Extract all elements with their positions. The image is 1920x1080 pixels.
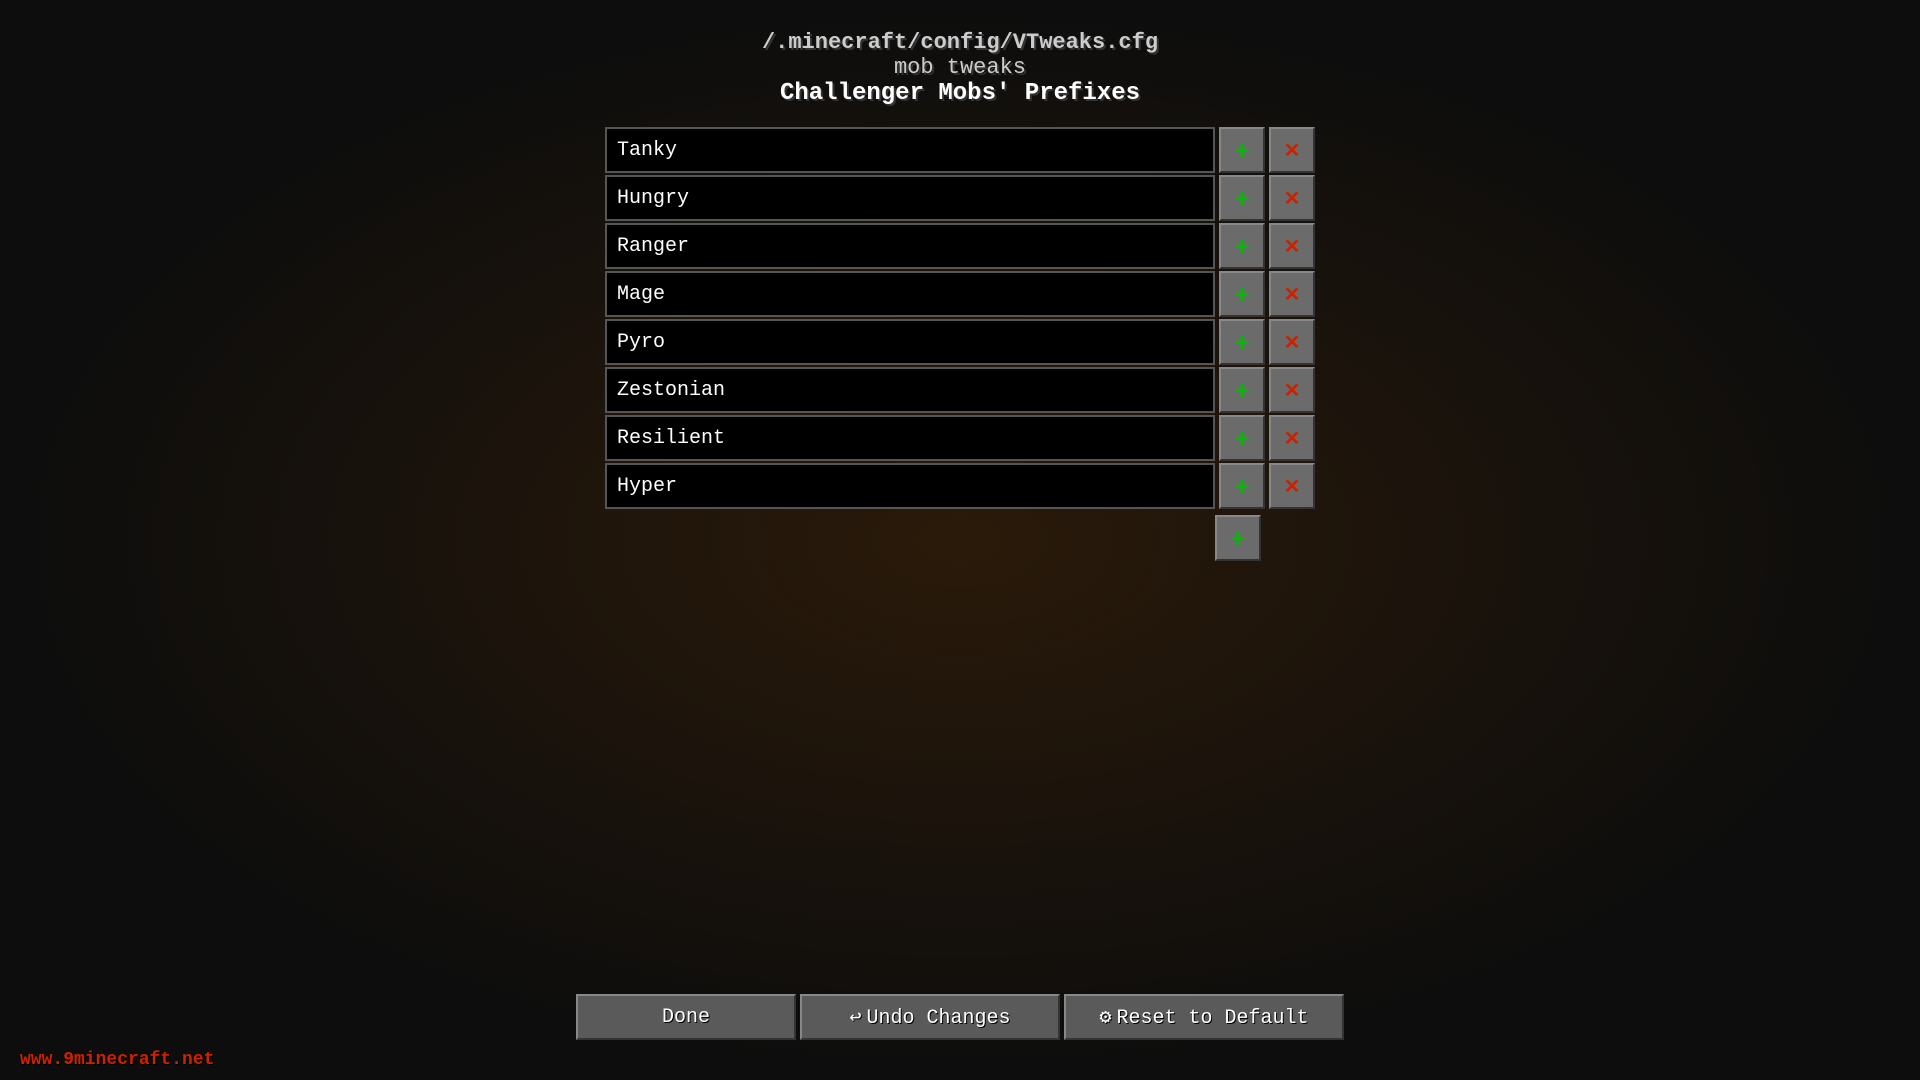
plus-icon-7: + bbox=[1234, 473, 1249, 499]
add-new-row: + bbox=[605, 515, 1315, 561]
page-header: /.minecraft/config/VTweaks.cfg mob tweak… bbox=[762, 30, 1158, 107]
add-button-5[interactable]: + bbox=[1219, 367, 1265, 413]
list-item: + ✕ bbox=[605, 367, 1315, 413]
reset-label: Reset to Default bbox=[1117, 1007, 1309, 1030]
prefix-list: + ✕ + ✕ + ✕ + ✕ + ✕ + ✕ + ✕ + ✕ + bbox=[605, 127, 1315, 561]
add-button-4[interactable]: + bbox=[1219, 319, 1265, 365]
x-icon-5: ✕ bbox=[1284, 378, 1301, 403]
undo-button[interactable]: ↩ Undo Changes bbox=[800, 994, 1060, 1040]
undo-icon: ↩ bbox=[849, 1007, 861, 1030]
remove-button-0[interactable]: ✕ bbox=[1269, 127, 1315, 173]
remove-button-5[interactable]: ✕ bbox=[1269, 367, 1315, 413]
prefix-input-0[interactable] bbox=[605, 127, 1215, 173]
done-button[interactable]: Done bbox=[576, 994, 796, 1040]
config-path: /.minecraft/config/VTweaks.cfg bbox=[762, 30, 1158, 55]
x-icon-6: ✕ bbox=[1284, 426, 1301, 451]
x-icon-4: ✕ bbox=[1284, 330, 1301, 355]
plus-icon-new: + bbox=[1230, 525, 1245, 551]
page-title: Challenger Mobs' Prefixes bbox=[762, 80, 1158, 107]
list-item: + ✕ bbox=[605, 175, 1315, 221]
plus-icon-6: + bbox=[1234, 425, 1249, 451]
undo-label: Undo Changes bbox=[867, 1007, 1011, 1030]
x-icon-0: ✕ bbox=[1284, 138, 1301, 163]
x-icon-1: ✕ bbox=[1284, 186, 1301, 211]
list-item: + ✕ bbox=[605, 415, 1315, 461]
prefix-input-6[interactable] bbox=[605, 415, 1215, 461]
add-button-2[interactable]: + bbox=[1219, 223, 1265, 269]
prefix-input-4[interactable] bbox=[605, 319, 1215, 365]
list-item: + ✕ bbox=[605, 271, 1315, 317]
x-icon-7: ✕ bbox=[1284, 474, 1301, 499]
remove-button-1[interactable]: ✕ bbox=[1269, 175, 1315, 221]
x-icon-3: ✕ bbox=[1284, 282, 1301, 307]
prefix-input-5[interactable] bbox=[605, 367, 1215, 413]
add-new-button[interactable]: + bbox=[1215, 515, 1261, 561]
list-item: + ✕ bbox=[605, 319, 1315, 365]
add-button-3[interactable]: + bbox=[1219, 271, 1265, 317]
prefix-input-2[interactable] bbox=[605, 223, 1215, 269]
prefix-input-1[interactable] bbox=[605, 175, 1215, 221]
section-label: mob tweaks bbox=[762, 55, 1158, 80]
remove-button-4[interactable]: ✕ bbox=[1269, 319, 1315, 365]
plus-icon-4: + bbox=[1234, 329, 1249, 355]
remove-button-6[interactable]: ✕ bbox=[1269, 415, 1315, 461]
list-item: + ✕ bbox=[605, 223, 1315, 269]
x-icon-2: ✕ bbox=[1284, 234, 1301, 259]
remove-button-3[interactable]: ✕ bbox=[1269, 271, 1315, 317]
plus-icon-5: + bbox=[1234, 377, 1249, 403]
add-button-6[interactable]: + bbox=[1219, 415, 1265, 461]
reset-icon: ⚙ bbox=[1099, 1007, 1111, 1030]
prefix-input-3[interactable] bbox=[605, 271, 1215, 317]
add-button-7[interactable]: + bbox=[1219, 463, 1265, 509]
list-item: + ✕ bbox=[605, 463, 1315, 509]
plus-icon-3: + bbox=[1234, 281, 1249, 307]
prefix-input-7[interactable] bbox=[605, 463, 1215, 509]
add-button-1[interactable]: + bbox=[1219, 175, 1265, 221]
plus-icon-1: + bbox=[1234, 185, 1249, 211]
bottom-toolbar: Done ↩ Undo Changes ⚙ Reset to Default bbox=[576, 994, 1344, 1040]
plus-icon-0: + bbox=[1234, 137, 1249, 163]
plus-icon-2: + bbox=[1234, 233, 1249, 259]
remove-button-7[interactable]: ✕ bbox=[1269, 463, 1315, 509]
add-button-0[interactable]: + bbox=[1219, 127, 1265, 173]
list-item: + ✕ bbox=[605, 127, 1315, 173]
remove-button-2[interactable]: ✕ bbox=[1269, 223, 1315, 269]
reset-button[interactable]: ⚙ Reset to Default bbox=[1064, 994, 1344, 1040]
watermark: www.9minecraft.net bbox=[20, 1050, 214, 1070]
